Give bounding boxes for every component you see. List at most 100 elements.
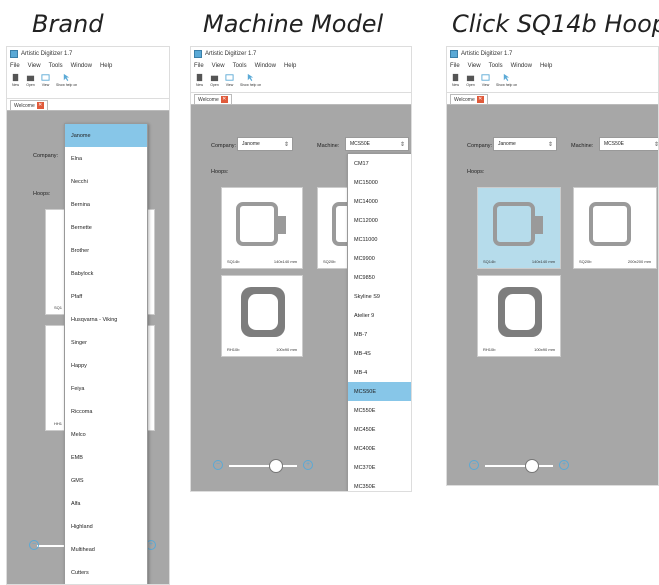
open-folder-icon xyxy=(466,75,475,82)
panel-click-hoop: Artistic Digitizer 1.7 File View Tools W… xyxy=(446,46,659,486)
tab-welcome[interactable]: Welcome ✕ xyxy=(194,94,232,104)
brand-option[interactable]: Singer xyxy=(65,331,147,354)
machine-option[interactable]: MC400E xyxy=(348,439,411,458)
menu-window[interactable]: Window xyxy=(255,63,276,69)
brand-option[interactable]: Husqvarna - Viking xyxy=(65,308,147,331)
menu-tools[interactable]: Tools xyxy=(489,63,503,69)
brand-option[interactable]: Brother xyxy=(65,239,147,262)
menu-tools[interactable]: Tools xyxy=(233,63,247,69)
view-button[interactable]: View xyxy=(481,71,490,87)
zoom-out-icon[interactable]: − xyxy=(213,460,223,470)
zoom-in-icon[interactable]: + xyxy=(559,460,569,470)
brand-option[interactable]: GMS xyxy=(65,469,147,492)
menu-file[interactable]: File xyxy=(450,63,460,69)
machine-option[interactable]: MC350E xyxy=(348,477,411,491)
hoop-card-sq20b[interactable]: SQ20b 200x200 mm xyxy=(573,187,657,269)
open-button[interactable]: Open xyxy=(210,71,219,87)
open-folder-icon xyxy=(26,75,35,82)
open-button[interactable]: Open xyxy=(466,71,475,87)
brand-option[interactable]: Riccoma xyxy=(65,400,147,423)
close-icon[interactable]: ✕ xyxy=(36,102,44,109)
machine-option[interactable]: MC450E xyxy=(348,420,411,439)
brand-option[interactable]: Happy xyxy=(65,354,147,377)
zoom-out-icon[interactable]: − xyxy=(29,540,39,550)
view-button[interactable]: View xyxy=(225,71,234,87)
view-icon xyxy=(41,74,50,81)
new-button[interactable]: New xyxy=(451,71,460,87)
machine-option[interactable]: MC14000 xyxy=(348,192,411,211)
menu-view[interactable]: View xyxy=(212,63,225,69)
menu-window[interactable]: Window xyxy=(71,63,92,69)
machine-option[interactable]: CM17 xyxy=(348,154,411,173)
machine-option[interactable]: MC370E xyxy=(348,458,411,477)
menu-file[interactable]: File xyxy=(10,63,20,69)
brand-option[interactable]: Janome xyxy=(65,124,147,147)
app-icon xyxy=(450,49,458,58)
machine-option[interactable]: MB-4 xyxy=(348,363,411,382)
brand-option[interactable]: Bernina xyxy=(65,193,147,216)
company-select[interactable]: Janome ⇕ xyxy=(237,137,293,151)
menu-help[interactable]: Help xyxy=(540,63,552,69)
menu-file[interactable]: File xyxy=(194,63,204,69)
zoom-slider-knob[interactable] xyxy=(269,459,283,473)
open-button[interactable]: Open xyxy=(26,71,35,87)
machine-select[interactable]: MCS50E ⇕ xyxy=(599,137,658,151)
hoop-card-sq14b[interactable]: SQ14b 140x140 mm xyxy=(477,187,561,269)
machine-label: Machine: xyxy=(571,143,594,149)
brand-option[interactable]: Elna xyxy=(65,147,147,170)
zoom-slider-track[interactable] xyxy=(485,465,553,467)
machine-option[interactable]: MC9850 xyxy=(348,268,411,287)
menu-view[interactable]: View xyxy=(28,63,41,69)
brand-option[interactable]: Bernette xyxy=(65,216,147,239)
help-cursor-icon xyxy=(63,73,70,82)
machine-option[interactable]: MCS50E xyxy=(348,382,411,401)
chevron-updown-icon: ⇕ xyxy=(547,141,553,148)
zoom-slider-knob[interactable] xyxy=(525,459,539,473)
machine-option[interactable]: MC15000 xyxy=(348,173,411,192)
hoop-card-rh10b[interactable]: RH10b 100x90 mm xyxy=(477,275,561,357)
welcome-content: Company: Janome ⇕ Machine: MCS50E ⇕ Hoops:… xyxy=(447,105,658,485)
brand-option[interactable]: Alfa xyxy=(65,492,147,515)
show-help-button[interactable]: Show help on xyxy=(240,71,261,87)
machine-option[interactable]: MB-7 xyxy=(348,325,411,344)
machine-option[interactable]: Atelier 9 xyxy=(348,306,411,325)
tab-welcome[interactable]: Welcome ✕ xyxy=(450,94,488,104)
machine-option[interactable]: MC11000 xyxy=(348,230,411,249)
brand-option[interactable]: Necchi xyxy=(65,170,147,193)
hoop-card-sq14b[interactable]: SQ14b 140x140 mm xyxy=(221,187,303,269)
new-button[interactable]: New xyxy=(195,71,204,87)
close-icon[interactable]: ✕ xyxy=(476,96,484,103)
show-help-button[interactable]: Show help on xyxy=(496,71,517,87)
company-select[interactable]: Janome ⇕ xyxy=(493,137,557,151)
hoop-card-rh10b[interactable]: RH10b 100x90 mm xyxy=(221,275,303,357)
zoom-in-icon[interactable]: + xyxy=(303,460,313,470)
menu-window[interactable]: Window xyxy=(511,63,532,69)
brand-option[interactable]: Highland xyxy=(65,515,147,538)
brand-option[interactable]: Feiya xyxy=(65,377,147,400)
machine-option[interactable]: Skyline S9 xyxy=(348,287,411,306)
machine-option[interactable]: MC9900 xyxy=(348,249,411,268)
tab-welcome[interactable]: Welcome ✕ xyxy=(10,100,48,110)
machine-select[interactable]: MCS50E ⇕ xyxy=(345,137,409,151)
machine-option[interactable]: MB-4S xyxy=(348,344,411,363)
menu-help[interactable]: Help xyxy=(100,63,112,69)
machine-option[interactable]: MC12000 xyxy=(348,211,411,230)
help-cursor-icon xyxy=(503,73,510,82)
menu-help[interactable]: Help xyxy=(284,63,296,69)
brand-option[interactable]: Cutters xyxy=(65,561,147,584)
brand-option[interactable]: Multihead xyxy=(65,538,147,561)
close-icon[interactable]: ✕ xyxy=(220,96,228,103)
menu-tools[interactable]: Tools xyxy=(49,63,63,69)
zoom-out-icon[interactable]: − xyxy=(469,460,479,470)
zoom-slider-track[interactable] xyxy=(229,465,297,467)
new-button[interactable]: New xyxy=(11,71,20,87)
menu-view[interactable]: View xyxy=(468,63,481,69)
machine-option[interactable]: MC550E xyxy=(348,401,411,420)
view-button[interactable]: View xyxy=(41,71,50,87)
brand-option[interactable]: Babylock xyxy=(65,262,147,285)
menu-bar: File View Tools Window Help xyxy=(191,60,411,71)
brand-option[interactable]: EMB xyxy=(65,446,147,469)
show-help-button[interactable]: Show help on xyxy=(56,71,77,87)
brand-option[interactable]: Pfaff xyxy=(65,285,147,308)
brand-option[interactable]: Melco xyxy=(65,423,147,446)
